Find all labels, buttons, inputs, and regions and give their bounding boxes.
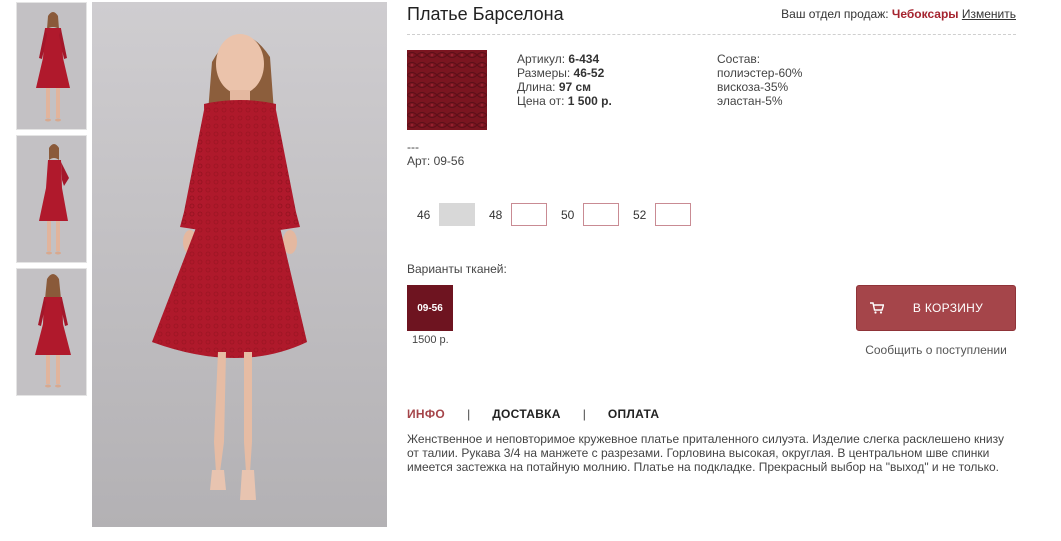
- sizes-label: Размеры:: [517, 66, 571, 80]
- size-label: 52: [633, 207, 647, 222]
- composition: Состав: полиэстер-60% вискоза-35% эласта…: [717, 52, 802, 108]
- fabric-swatch-image: [407, 50, 487, 130]
- tab-delivery[interactable]: ДОСТАВКА: [492, 407, 561, 421]
- length-row: Длина: 97 см: [517, 80, 612, 94]
- length-value: 97 см: [558, 80, 592, 94]
- tab-separator: |: [467, 407, 471, 421]
- thumbnail-side-image: [17, 136, 86, 262]
- size-label: 48: [489, 207, 503, 222]
- art-code: Арт: 09-56: [407, 154, 465, 168]
- notify-on-arrival-link[interactable]: Сообщить о поступлении: [856, 343, 1016, 357]
- tab-info[interactable]: ИНФО: [407, 407, 445, 421]
- sizes-value: 46-52: [573, 66, 605, 80]
- dress-model-image: [152, 34, 307, 500]
- header-divider: [407, 34, 1016, 35]
- article-row: Артикул: 6-434: [517, 52, 612, 66]
- size-option: 50: [561, 203, 619, 226]
- size-quantity-input[interactable]: [511, 203, 547, 226]
- thumbnail-back[interactable]: [16, 268, 87, 396]
- size-label: 50: [561, 207, 575, 222]
- size-quantity-input[interactable]: [583, 203, 619, 226]
- price-value: 1 500 р.: [567, 94, 612, 108]
- size-quantity-input: [439, 203, 475, 226]
- fabric-variant-swatch[interactable]: 09-56: [407, 285, 453, 331]
- size-selector: 46 48 50 52: [417, 203, 705, 226]
- thumbnail-back-image: [17, 269, 86, 395]
- composition-item: эластан-5%: [717, 94, 783, 108]
- price-row: Цена от: 1 500 р.: [517, 94, 612, 108]
- size-option: 52: [633, 203, 691, 226]
- lace-texture-image: [407, 50, 487, 130]
- fabric-variant-code: 09-56: [417, 302, 443, 314]
- thumbnail-gallery: [16, 2, 87, 401]
- size-option: 46: [417, 203, 475, 226]
- fabric-variants-label: Варианты тканей:: [407, 262, 507, 276]
- article-value: 6-434: [568, 52, 600, 66]
- product-description: Женственное и неповторимое кружевное пла…: [407, 432, 1005, 474]
- composition-item: вискоза-35%: [717, 80, 789, 94]
- add-to-cart-label: В КОРЗИНУ: [912, 301, 984, 315]
- placeholder-dashes: ---: [407, 140, 419, 154]
- size-label: 46: [417, 207, 431, 222]
- thumbnail-front-image: [17, 3, 86, 129]
- size-quantity-input[interactable]: [655, 203, 691, 226]
- size-option: 48: [489, 203, 547, 226]
- length-label: Длина:: [517, 80, 556, 94]
- main-product-photo[interactable]: [92, 2, 387, 527]
- composition-label: Состав:: [717, 52, 761, 66]
- product-title: Платье Барселона: [407, 4, 564, 24]
- sales-department-city: Чебоксары: [891, 7, 959, 21]
- add-to-cart-button[interactable]: В КОРЗИНУ: [856, 285, 1016, 331]
- sales-department-label: Ваш отдел продаж:: [781, 7, 889, 21]
- fabric-variant-price: 1500 р.: [412, 334, 449, 346]
- article-label: Артикул:: [517, 52, 566, 66]
- thumbnail-side[interactable]: [16, 135, 87, 263]
- info-tabs: ИНФО | ДОСТАВКА | ОПЛАТА: [407, 407, 659, 421]
- price-label: Цена от:: [517, 94, 565, 108]
- composition-item: полиэстер-60%: [717, 66, 803, 80]
- change-city-link[interactable]: Изменить: [962, 7, 1016, 21]
- thumbnail-front[interactable]: [16, 2, 87, 130]
- sales-department: Ваш отдел продаж: Чебоксары Изменить: [781, 7, 1016, 21]
- tab-payment[interactable]: ОПЛАТА: [608, 407, 660, 421]
- cart-icon: [857, 302, 897, 314]
- tab-separator: |: [582, 407, 586, 421]
- sizes-row: Размеры: 46-52: [517, 66, 612, 80]
- product-specs: Артикул: 6-434 Размеры: 46-52 Длина: 97 …: [517, 52, 612, 108]
